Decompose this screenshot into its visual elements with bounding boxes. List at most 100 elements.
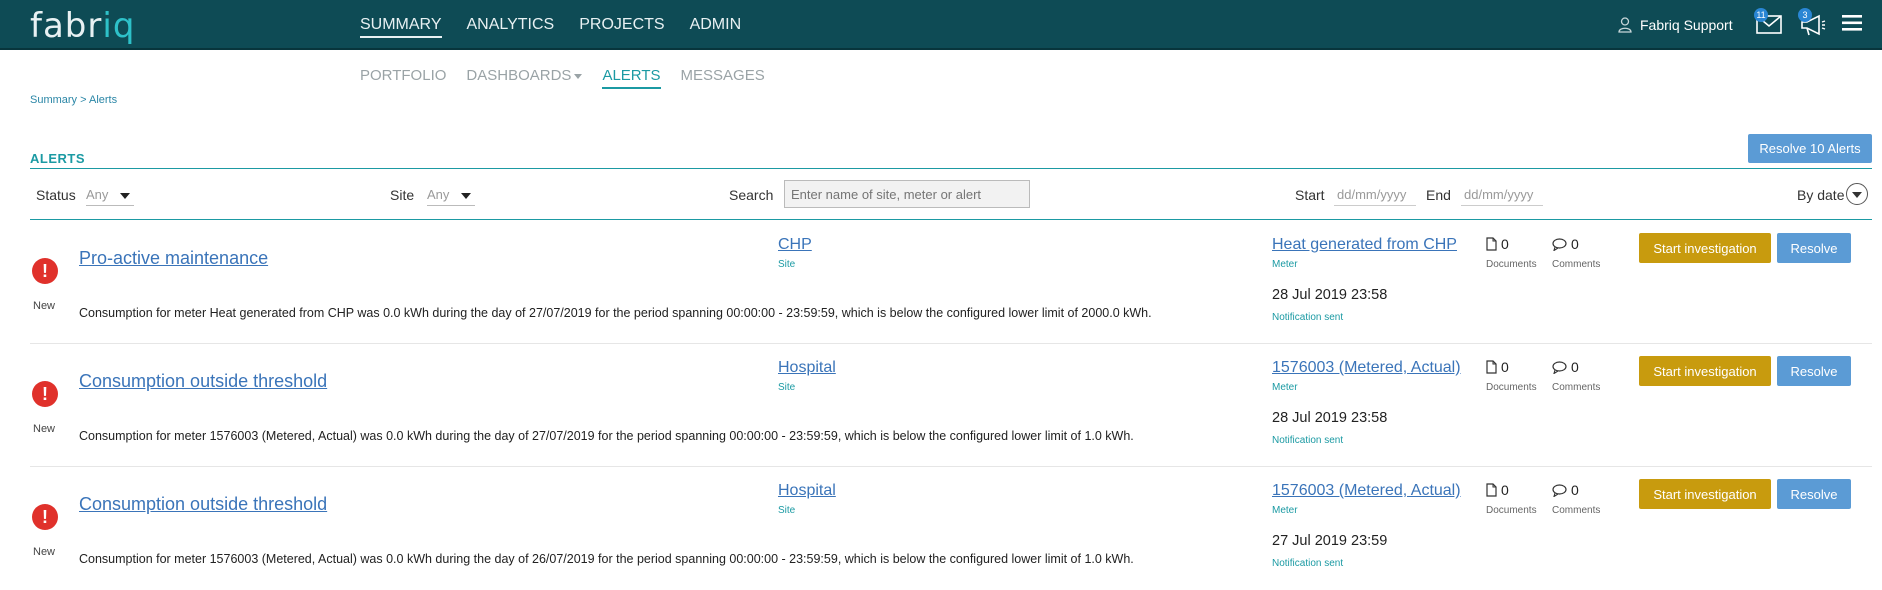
site-filter-select[interactable]: Any xyxy=(427,184,475,206)
menu-icon xyxy=(1842,15,1862,31)
main-nav-admin[interactable]: ADMIN xyxy=(690,0,742,50)
alert-site-link[interactable]: Hospital xyxy=(778,359,836,377)
main-nav: SUMMARY ANALYTICS PROJECTS ADMIN xyxy=(360,0,766,50)
comments-caption: Comments xyxy=(1552,505,1601,516)
alert-title-link[interactable]: Pro-active maintenance xyxy=(79,248,268,269)
document-icon xyxy=(1486,360,1497,374)
comments-count-value: 0 xyxy=(1571,359,1579,375)
documents-count-value: 0 xyxy=(1501,482,1509,498)
start-investigation-button[interactable]: Start investigation xyxy=(1639,356,1771,386)
start-investigation-button[interactable]: Start investigation xyxy=(1639,479,1771,509)
alert-exclamation-icon: ! xyxy=(32,381,58,407)
comments-count[interactable]: 0 xyxy=(1552,236,1579,252)
start-investigation-button[interactable]: Start investigation xyxy=(1639,233,1771,263)
resolve-all-button[interactable]: Resolve 10 Alerts xyxy=(1748,134,1872,163)
mail-button[interactable]: 11 xyxy=(1754,8,1784,36)
alert-description: Consumption for meter Heat generated fro… xyxy=(79,306,1152,320)
user-menu[interactable]: Fabriq Support xyxy=(1618,0,1733,50)
comment-icon xyxy=(1552,360,1567,374)
site-filter-label: Site xyxy=(390,187,415,203)
notification-status: Notification sent xyxy=(1272,558,1344,569)
site-filter-value: Any xyxy=(427,187,450,202)
alert-status: New xyxy=(33,546,56,558)
filter-bar: Status Any Site Any Search Start dd/mm/y… xyxy=(0,176,1882,216)
sub-nav-dashboards[interactable]: DASHBOARDS xyxy=(466,66,583,89)
status-filter-label: Status xyxy=(36,187,76,203)
documents-count[interactable]: 0 xyxy=(1486,236,1509,252)
alert-title-link[interactable]: Consumption outside threshold xyxy=(79,371,327,392)
sort-label: By date xyxy=(1797,187,1845,203)
alert-status: New xyxy=(33,300,56,312)
comments-count-value: 0 xyxy=(1571,482,1579,498)
sub-nav-messages[interactable]: MESSAGES xyxy=(681,66,765,89)
alert-site-caption: Site xyxy=(778,382,796,393)
chevron-down-icon xyxy=(120,193,130,199)
comments-count[interactable]: 0 xyxy=(1552,359,1579,375)
resolve-button[interactable]: Resolve xyxy=(1777,233,1851,263)
alert-site-caption: Site xyxy=(778,505,796,516)
documents-count[interactable]: 0 xyxy=(1486,482,1509,498)
main-nav-analytics[interactable]: ANALYTICS xyxy=(467,0,555,50)
alert-description: Consumption for meter 1576003 (Metered, … xyxy=(79,552,1134,566)
fabriq-logo[interactable]: fabriq xyxy=(30,6,135,46)
alert-date: 27 Jul 2019 23:59 xyxy=(1272,533,1388,549)
alert-site-caption: Site xyxy=(778,259,796,270)
sub-nav-portfolio[interactable]: PORTFOLIO xyxy=(360,66,446,89)
resolve-button[interactable]: Resolve xyxy=(1777,479,1851,509)
notification-status: Notification sent xyxy=(1272,312,1344,323)
section-title: ALERTS xyxy=(30,151,85,166)
sub-nav-dashboards-label: DASHBOARDS xyxy=(466,67,572,84)
alert-meter-caption: Meter xyxy=(1272,382,1298,393)
alert-site-link[interactable]: Hospital xyxy=(778,482,836,500)
alert-meter-link[interactable]: 1576003 (Metered, Actual) xyxy=(1272,482,1461,500)
main-nav-summary[interactable]: SUMMARY xyxy=(360,0,442,50)
documents-caption: Documents xyxy=(1486,505,1537,516)
alert-description: Consumption for meter 1576003 (Metered, … xyxy=(79,429,1134,443)
alert-row: ! New Consumption outside threshold Cons… xyxy=(30,467,1872,590)
alert-meter-caption: Meter xyxy=(1272,505,1298,516)
documents-count-value: 0 xyxy=(1501,236,1509,252)
resolve-button[interactable]: Resolve xyxy=(1777,356,1851,386)
caret-down-icon xyxy=(574,73,583,79)
alert-meter-link[interactable]: Heat generated from CHP xyxy=(1272,236,1457,254)
documents-caption: Documents xyxy=(1486,259,1537,270)
alert-title-link[interactable]: Consumption outside threshold xyxy=(79,494,327,515)
alert-site-link[interactable]: CHP xyxy=(778,236,812,254)
announcements-button[interactable]: 3 xyxy=(1798,8,1828,36)
sort-direction-button[interactable] xyxy=(1846,183,1868,205)
end-date-label: End xyxy=(1426,187,1451,203)
breadcrumb[interactable]: Summary > Alerts xyxy=(30,94,117,106)
alert-exclamation-icon: ! xyxy=(32,258,58,284)
mail-badge: 11 xyxy=(1754,8,1768,22)
comments-count[interactable]: 0 xyxy=(1552,482,1579,498)
search-input[interactable] xyxy=(784,180,1030,208)
chevron-down-icon xyxy=(461,193,471,199)
alert-status: New xyxy=(33,423,56,435)
start-date-input[interactable]: dd/mm/yyyy xyxy=(1334,184,1416,206)
main-nav-projects[interactable]: PROJECTS xyxy=(579,0,664,50)
alert-date: 28 Jul 2019 23:58 xyxy=(1272,287,1388,303)
document-icon xyxy=(1486,237,1497,251)
alert-meter-caption: Meter xyxy=(1272,259,1298,270)
hamburger-menu-button[interactable] xyxy=(1842,14,1870,38)
documents-count-value: 0 xyxy=(1501,359,1509,375)
end-date-input[interactable]: dd/mm/yyyy xyxy=(1461,184,1543,206)
documents-count[interactable]: 0 xyxy=(1486,359,1509,375)
sub-nav-alerts[interactable]: ALERTS xyxy=(602,66,661,89)
comment-icon xyxy=(1552,237,1567,251)
announcements-badge: 3 xyxy=(1798,8,1812,22)
search-label: Search xyxy=(729,187,774,203)
notification-status: Notification sent xyxy=(1272,435,1344,446)
documents-caption: Documents xyxy=(1486,382,1537,393)
start-date-label: Start xyxy=(1295,187,1325,203)
comments-count-value: 0 xyxy=(1571,236,1579,252)
alert-row: ! New Consumption outside threshold Cons… xyxy=(30,344,1872,467)
logo-text-accent: iq xyxy=(102,6,136,46)
section-divider xyxy=(30,168,1872,169)
alert-exclamation-icon: ! xyxy=(32,504,58,530)
status-filter-select[interactable]: Any xyxy=(86,184,134,206)
alert-date: 28 Jul 2019 23:58 xyxy=(1272,410,1388,426)
document-icon xyxy=(1486,483,1497,497)
alert-meter-link[interactable]: 1576003 (Metered, Actual) xyxy=(1272,359,1461,377)
user-name: Fabriq Support xyxy=(1640,17,1733,33)
